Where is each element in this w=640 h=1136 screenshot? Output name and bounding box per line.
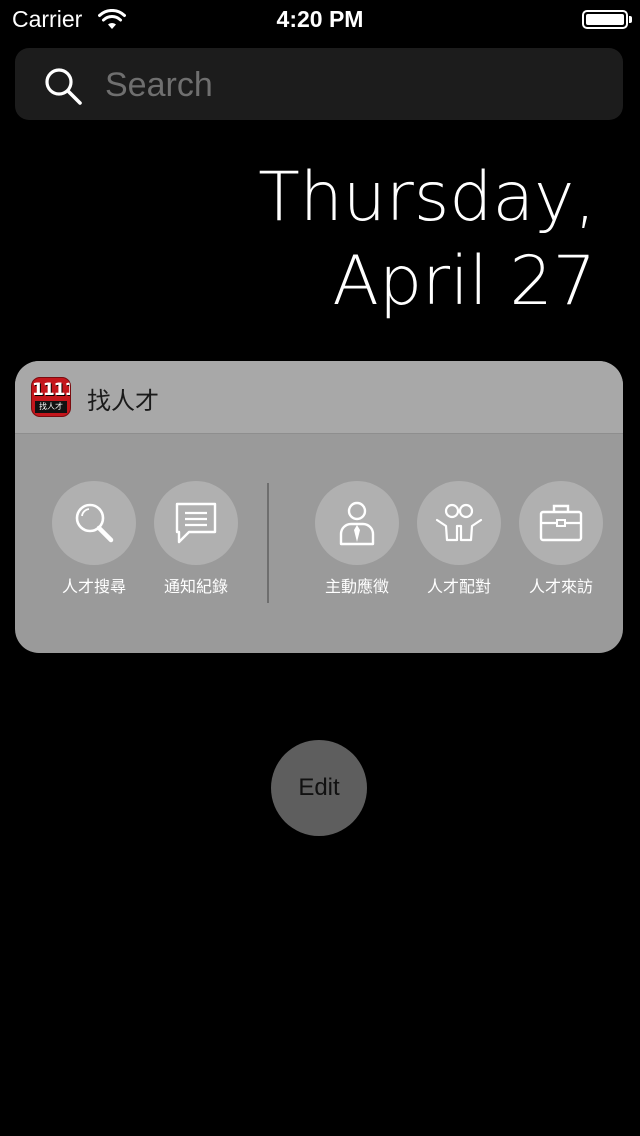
edit-button[interactable]: Edit [271,740,367,836]
action-circle [315,481,399,565]
app-icon-number: 1111 [32,380,71,400]
message-icon [175,502,217,544]
date-heading: Thursday, April 27 [258,156,596,324]
battery-icon [582,10,632,29]
app-icon: 1111 找人才 [31,377,71,417]
talent-widget: 1111 找人才 找人才 人才搜尋 通知紀錄 主動應徵 人才配對 人才來訪 [15,361,623,653]
widget-header[interactable]: 1111 找人才 找人才 [15,361,623,434]
app-icon-caption: 找人才 [35,401,67,413]
action-circle [519,481,603,565]
search-icon [45,68,82,105]
person-tie-icon [339,501,375,546]
magnifier-icon [75,503,114,543]
action-circle [417,481,501,565]
action-talent-search[interactable]: 人才搜尋 [44,481,144,601]
weekday-label: Thursday, [258,158,596,237]
search-bar[interactable] [15,48,623,120]
action-circle [52,481,136,565]
clock: 4:20 PM [276,6,364,32]
action-circle [154,481,238,565]
action-notification-log[interactable]: 通知紀錄 [146,481,246,601]
month-day-label: April 27 [332,242,596,321]
action-label: 人才來訪 [528,579,593,596]
action-proactive-apply[interactable]: 主動應徵 [307,481,407,601]
action-talent-match[interactable]: 人才配對 [409,481,509,601]
action-label: 通知紀錄 [163,579,228,596]
widget-title: 找人才 [87,388,159,415]
action-talent-visits[interactable]: 人才來訪 [511,481,611,601]
status-bar: Carrier 4:20 PM [0,0,640,40]
divider [267,483,269,603]
people-pair-icon [435,503,483,542]
today-view: Carrier 4:20 PM Thursday, April 27 1111 … [0,0,640,1136]
briefcase-icon [539,504,583,542]
search-input[interactable] [103,64,587,106]
